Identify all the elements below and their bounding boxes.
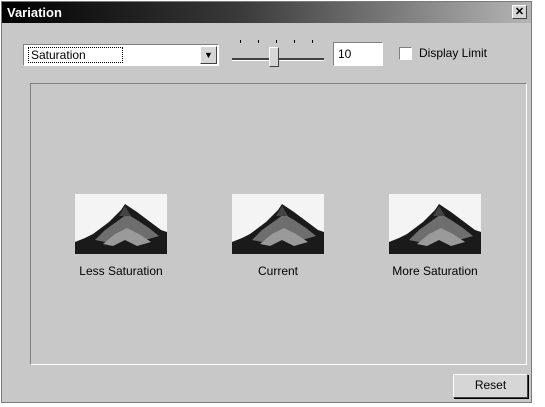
slider-tick xyxy=(294,40,295,43)
display-limit-checkbox[interactable] xyxy=(399,47,412,60)
variation-preview-panel: Less Saturation Current More Saturation xyxy=(30,83,527,365)
current-variation-label: Current xyxy=(257,264,298,278)
amount-input[interactable]: 10 xyxy=(333,42,383,66)
title-bar[interactable]: Variation ✕ xyxy=(2,2,531,23)
reset-button[interactable]: Reset xyxy=(453,374,528,398)
slider-tick xyxy=(276,40,277,43)
amount-slider[interactable] xyxy=(232,40,324,70)
chevron-down-icon[interactable]: ▼ xyxy=(200,46,217,64)
close-icon: ✕ xyxy=(514,6,525,18)
pagoda-photo xyxy=(232,194,324,254)
slider-tick xyxy=(258,40,259,43)
pagoda-photo xyxy=(75,194,167,254)
more-variation-label: More Saturation xyxy=(392,264,478,278)
less-variation-label: Less Saturation xyxy=(79,264,163,278)
current-variation-thumbnail[interactable] xyxy=(232,194,324,254)
less-variation-thumbnail[interactable] xyxy=(75,194,167,254)
pagoda-photo xyxy=(389,194,481,254)
variation-window: Variation ✕ Saturation ▼ 10 Display Limi… xyxy=(1,1,532,403)
display-limit-label[interactable]: Display Limit xyxy=(419,46,487,60)
more-variation-thumbnail[interactable] xyxy=(389,194,481,254)
dropdown-selected-value: Saturation xyxy=(28,47,123,63)
slider-tick xyxy=(312,40,313,43)
adjustment-dropdown[interactable]: Saturation ▼ xyxy=(23,44,219,66)
slider-thumb[interactable] xyxy=(269,47,279,67)
window-title: Variation xyxy=(7,5,62,20)
close-button[interactable]: ✕ xyxy=(512,5,527,19)
slider-tick xyxy=(240,40,241,43)
